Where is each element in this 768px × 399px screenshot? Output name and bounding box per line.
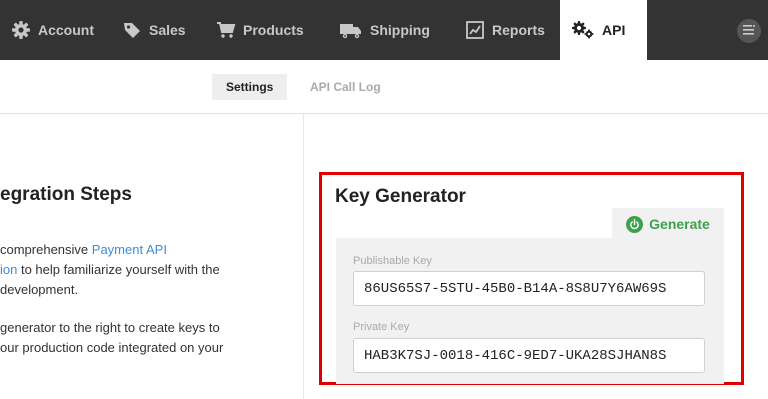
key-generator-title: Key Generator	[335, 186, 466, 207]
sub-nav: Settings API Call Log	[0, 60, 768, 114]
gear-icon	[11, 20, 31, 40]
chart-icon	[465, 20, 485, 40]
nav-label: Sales	[149, 22, 186, 38]
steps-paragraph-1: comprehensive Payment API ion to help fa…	[0, 240, 290, 300]
nav-item-api[interactable]: API	[560, 0, 647, 60]
nav-label: Products	[243, 22, 304, 38]
paragraph-line: our production code integrated on your	[0, 340, 224, 355]
tag-icon	[122, 20, 142, 40]
private-key-field[interactable]: HAB3K7SJ-0018-416C-9ED7-UKA28SJHAN8S	[353, 338, 705, 373]
nav-item-shipping[interactable]: Shipping	[339, 0, 430, 60]
integration-steps-title: egration Steps	[0, 184, 132, 205]
paragraph-line: comprehensive Payment API	[0, 240, 290, 260]
key-generator-panel: Publishable Key 86US65S7-5STU-45B0-B14A-…	[336, 238, 724, 384]
generate-button[interactable]: Generate	[612, 208, 724, 240]
steps-paragraph-2: generator to the right to create keys to…	[0, 318, 290, 358]
publishable-key-field[interactable]: 86US65S7-5STU-45B0-B14A-8S8U7Y6AW69S	[353, 271, 705, 306]
menu-icon	[743, 22, 755, 40]
nav-label: Account	[38, 22, 94, 38]
payment-api-link[interactable]: Payment API	[92, 242, 167, 257]
nav-item-products[interactable]: Products	[216, 0, 304, 60]
paragraph-line: ion to help familiarize yourself with th…	[0, 260, 290, 280]
menu-button[interactable]	[737, 19, 761, 43]
nav-item-sales[interactable]: Sales	[122, 0, 186, 60]
truck-icon	[339, 20, 363, 40]
text: comprehensive	[0, 242, 92, 257]
publishable-key-label: Publishable Key	[353, 255, 432, 267]
private-key-label: Private Key	[353, 321, 410, 333]
main-content: egration Steps comprehensive Payment API…	[0, 114, 768, 399]
nav-item-account[interactable]: Account	[11, 0, 102, 60]
nav-label: Reports	[492, 22, 545, 38]
nav-item-reports[interactable]: Reports	[465, 0, 545, 60]
integration-steps-panel: egration Steps comprehensive Payment API…	[0, 114, 304, 399]
nav-label: API	[602, 22, 626, 38]
tab-settings[interactable]: Settings	[212, 74, 288, 100]
paragraph-line: development.	[0, 282, 79, 297]
text: to help familiarize yourself with the	[17, 262, 220, 277]
generate-label: Generate	[649, 216, 710, 232]
nav-label: Shipping	[370, 22, 430, 38]
power-icon	[626, 215, 644, 233]
gears-icon	[571, 20, 595, 40]
cart-icon	[216, 20, 236, 40]
top-nav: Account Sales Products Shipping Reports …	[0, 0, 768, 60]
paragraph-line: generator to the right to create keys to	[0, 320, 220, 335]
documentation-link[interactable]: ion	[0, 262, 17, 277]
tab-api-call-log[interactable]: API Call Log	[296, 74, 395, 100]
